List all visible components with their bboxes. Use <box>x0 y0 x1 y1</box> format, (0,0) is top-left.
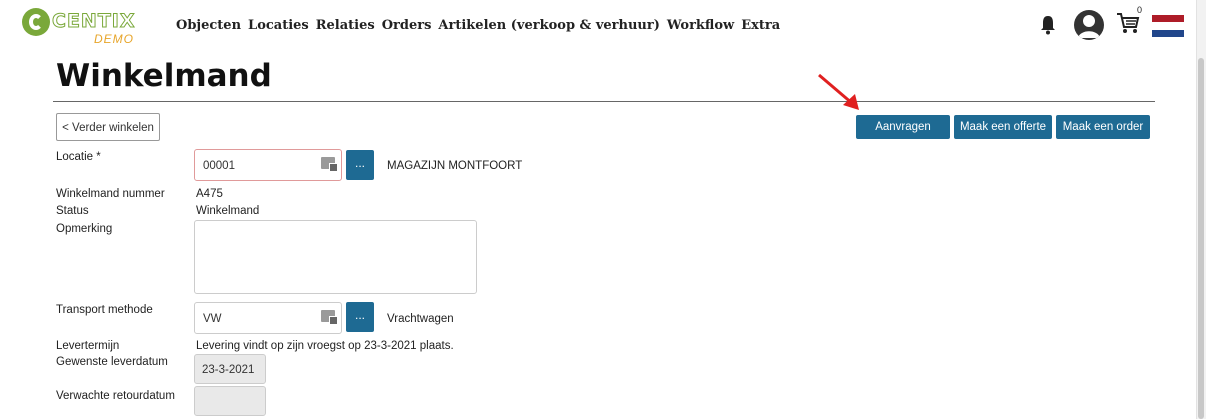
transport-method-input[interactable]: VW <box>194 302 342 334</box>
remark-textarea[interactable] <box>194 220 477 294</box>
nav-extra[interactable]: Extra <box>741 18 780 33</box>
location-input[interactable]: 00001 <box>194 149 342 181</box>
location-value: 00001 <box>203 160 235 172</box>
nav-objecten[interactable]: Objecten <box>176 18 241 33</box>
desired-delivery-date-input[interactable]: 23-3-2021 <box>194 354 266 384</box>
expected-return-date-input[interactable] <box>194 386 266 416</box>
expected-return-date-label: Verwachte retourdatum <box>56 390 175 402</box>
centix-logo[interactable]: CENTIX DEMO <box>22 6 152 48</box>
status-label: Status <box>56 205 89 217</box>
nav-relaties[interactable]: Relaties <box>316 18 375 33</box>
remark-label: Opmerking <box>56 223 113 235</box>
main-nav: Objecten Locaties Relaties Orders Artike… <box>176 18 780 33</box>
bell-icon[interactable] <box>1040 15 1056 35</box>
page-title: Winkelmand <box>56 58 272 94</box>
annotation-arrow-icon <box>818 73 859 110</box>
logo-mark <box>22 8 50 36</box>
dutch-flag-icon[interactable] <box>1152 15 1184 37</box>
transport-method-value: VW <box>203 313 222 325</box>
status-value: Winkelmand <box>196 205 260 217</box>
nav-orders[interactable]: Orders <box>382 18 432 33</box>
lookup-icon[interactable] <box>321 310 338 325</box>
desired-delivery-date-value: 23-3-2021 <box>202 364 255 376</box>
cart-count-badge: 0 <box>1137 5 1143 15</box>
nav-workflow[interactable]: Workflow <box>667 18 734 33</box>
delivery-term-value: Levering vindt op zijn vroegst op 23-3-2… <box>196 340 454 352</box>
transport-method-label: Transport methode <box>56 304 153 316</box>
location-label: Locatie * <box>56 151 101 163</box>
create-quote-button[interactable]: Maak een offerte <box>954 115 1052 139</box>
transport-method-name: Vrachtwagen <box>387 313 454 325</box>
title-divider <box>53 101 1155 102</box>
desired-delivery-date-label: Gewenste leverdatum <box>56 356 168 368</box>
create-order-button[interactable]: Maak een order <box>1056 115 1150 139</box>
location-name: MAGAZIJN MONTFOORT <box>387 160 523 172</box>
logo-text: CENTIX <box>52 10 136 33</box>
location-picker-button[interactable]: ... <box>346 150 374 180</box>
user-avatar-icon[interactable] <box>1074 10 1104 40</box>
cart-number-value: A475 <box>196 188 223 200</box>
lookup-icon[interactable] <box>321 157 338 172</box>
logo-demo-text: DEMO <box>94 32 134 46</box>
delivery-term-label: Levertermijn <box>56 340 120 352</box>
request-button[interactable]: Aanvragen <box>856 115 950 139</box>
transport-picker-button[interactable]: ... <box>346 302 374 332</box>
nav-locaties[interactable]: Locaties <box>248 18 309 33</box>
scrollbar-thumb[interactable] <box>1198 58 1204 419</box>
continue-shopping-button[interactable]: < Verder winkelen <box>56 113 160 141</box>
cart-number-label: Winkelmand nummer <box>56 188 165 200</box>
nav-artikelen[interactable]: Artikelen (verkoop & verhuur) <box>438 18 659 33</box>
top-navbar: CENTIX DEMO Objecten Locaties Relaties O… <box>0 0 1206 56</box>
shopping-cart-icon[interactable] <box>1116 12 1140 34</box>
